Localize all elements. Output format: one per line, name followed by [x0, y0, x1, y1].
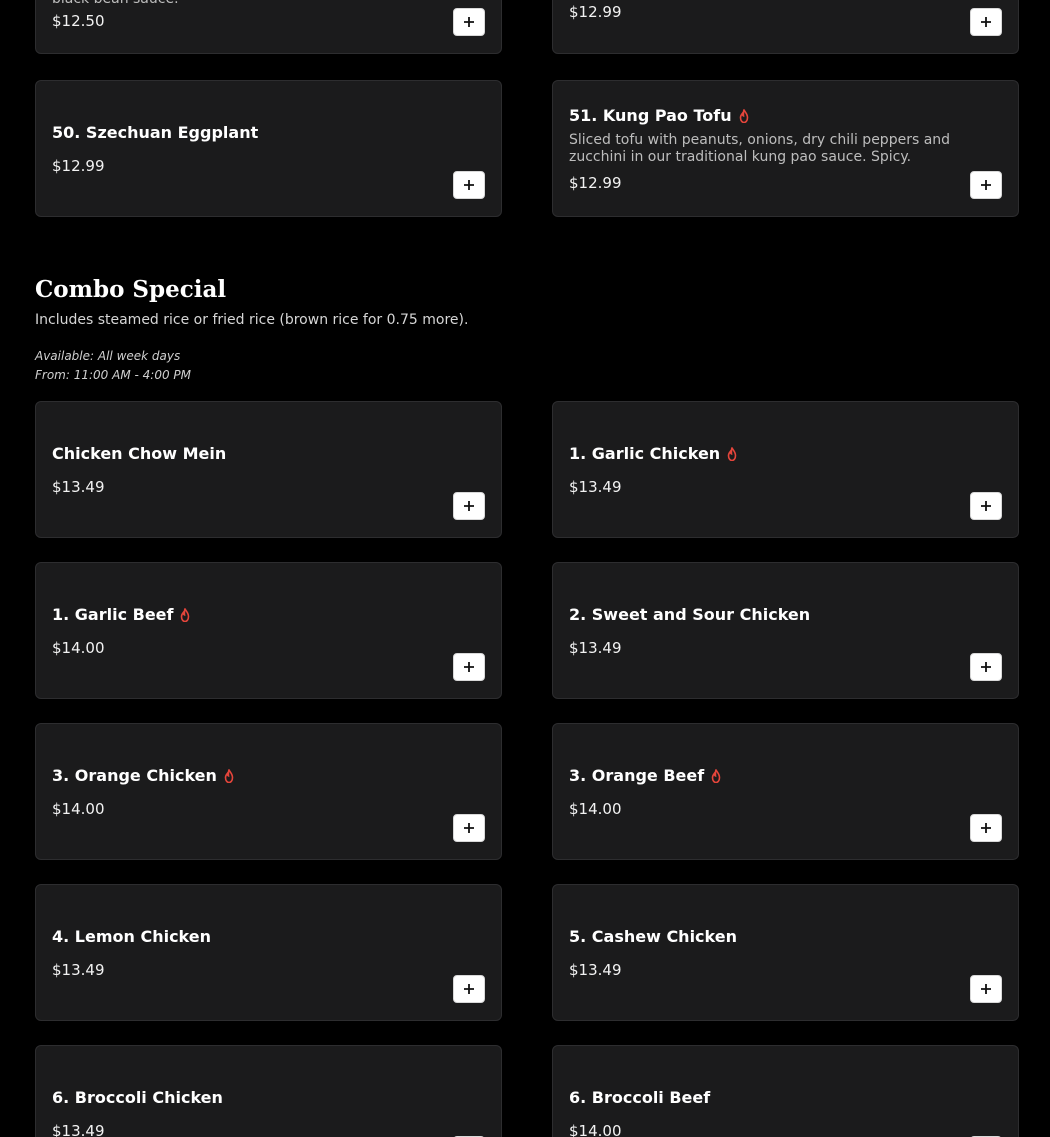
- menu-item-card[interactable]: 1. Garlic Chicken $13.49: [552, 401, 1019, 538]
- section-description: Includes steamed rice or fried rice (bro…: [35, 312, 469, 328]
- section-title: Combo Special: [35, 276, 227, 303]
- plus-icon: [464, 984, 474, 994]
- menu-item-card[interactable]: 50. Szechuan Eggplant $12.99: [35, 80, 502, 217]
- menu-item-card[interactable]: black bean sauce. $12.50: [35, 0, 502, 54]
- availability-hours: From: 11:00 AM - 4:00 PM: [35, 368, 191, 382]
- add-item-button[interactable]: [453, 975, 485, 1003]
- item-price: $12.99: [52, 156, 105, 175]
- plus-icon: [464, 501, 474, 511]
- add-item-button[interactable]: [970, 814, 1002, 842]
- item-name: 1. Garlic Chicken: [569, 444, 948, 464]
- add-item-button[interactable]: [453, 492, 485, 520]
- plus-icon: [981, 180, 991, 190]
- item-name-text: 50. Szechuan Eggplant: [52, 122, 259, 142]
- item-name: Chicken Chow Mein: [52, 444, 431, 464]
- add-item-button[interactable]: [970, 653, 1002, 681]
- plus-icon: [981, 823, 991, 833]
- flame-icon: [224, 768, 234, 783]
- menu-item-card[interactable]: 5. Cashew Chicken $13.49: [552, 884, 1019, 1021]
- item-name: 51. Kung Pao Tofu: [569, 106, 960, 126]
- add-item-button[interactable]: [453, 8, 485, 36]
- menu-item-card[interactable]: 51. Kung Pao Tofu Sliced tofu with peanu…: [552, 80, 1019, 217]
- item-price: $14.00: [569, 1121, 622, 1137]
- item-name: 3. Orange Beef: [569, 766, 948, 786]
- menu-item-card[interactable]: 4. Lemon Chicken $13.49: [35, 884, 502, 1021]
- plus-icon: [464, 17, 474, 27]
- item-name-text: 6. Broccoli Beef: [569, 1087, 711, 1107]
- item-name-text: 1. Garlic Beef: [52, 604, 174, 624]
- item-name-text: 3. Orange Chicken: [52, 765, 217, 785]
- item-name-text: 3. Orange Beef: [569, 765, 705, 785]
- plus-icon: [464, 662, 474, 672]
- add-item-button[interactable]: [970, 171, 1002, 199]
- flame-icon: [711, 768, 721, 783]
- item-name: 5. Cashew Chicken: [569, 927, 948, 947]
- plus-icon: [464, 180, 474, 190]
- item-price: $13.49: [569, 477, 622, 496]
- menu-item-card[interactable]: 2. Sweet and Sour Chicken $13.49: [552, 562, 1019, 699]
- item-price: $12.99: [569, 173, 622, 192]
- item-name-text: 5. Cashew Chicken: [569, 926, 737, 946]
- item-price: $13.49: [52, 1121, 105, 1137]
- item-name: 4. Lemon Chicken: [52, 927, 431, 947]
- item-name: 1. Garlic Beef: [52, 605, 431, 625]
- flame-icon: [739, 108, 748, 123]
- plus-icon: [981, 17, 991, 27]
- add-item-button[interactable]: [453, 814, 485, 842]
- item-name-text: Chicken Chow Mein: [52, 443, 227, 463]
- menu-item-card[interactable]: 6. Broccoli Chicken $13.49: [35, 1045, 502, 1137]
- item-name: 2. Sweet and Sour Chicken: [569, 605, 948, 625]
- item-price: $12.99: [569, 3, 622, 21]
- item-name-text: 2. Sweet and Sour Chicken: [569, 604, 811, 624]
- availability-days: Available: All week days: [35, 349, 181, 363]
- item-price: $14.00: [52, 638, 105, 657]
- item-name-text: 4. Lemon Chicken: [52, 926, 212, 946]
- menu-item-card[interactable]: Chicken Chow Mein $13.49: [35, 401, 502, 538]
- item-price: $13.49: [52, 477, 105, 496]
- item-price: $13.49: [569, 638, 622, 657]
- menu-item-card[interactable]: 1. Garlic Beef $14.00: [35, 562, 502, 699]
- add-item-button[interactable]: [970, 975, 1002, 1003]
- item-description: black bean sauce.: [52, 0, 431, 8]
- menu-page: black bean sauce. $12.50 $12.99 50. Szec…: [0, 0, 1050, 1137]
- flame-icon: [181, 607, 190, 622]
- menu-item-card[interactable]: 3. Orange Chicken $14.00: [35, 723, 502, 860]
- item-price: $14.00: [569, 799, 622, 818]
- item-price: $12.50: [52, 12, 105, 30]
- item-name: 6. Broccoli Beef: [569, 1088, 948, 1108]
- item-name: 3. Orange Chicken: [52, 766, 431, 786]
- add-item-button[interactable]: [453, 653, 485, 681]
- plus-icon: [981, 662, 991, 672]
- menu-item-card[interactable]: 3. Orange Beef $14.00: [552, 723, 1019, 860]
- item-price: $14.00: [52, 799, 105, 818]
- item-price: $13.49: [52, 960, 105, 979]
- item-name-text: 1. Garlic Chicken: [569, 443, 721, 463]
- item-name: 6. Broccoli Chicken: [52, 1088, 431, 1108]
- add-item-button[interactable]: [970, 8, 1002, 36]
- add-item-button[interactable]: [970, 492, 1002, 520]
- add-item-button[interactable]: [453, 171, 485, 199]
- item-price: $13.49: [569, 960, 622, 979]
- plus-icon: [981, 501, 991, 511]
- plus-icon: [981, 984, 991, 994]
- plus-icon: [464, 823, 474, 833]
- menu-item-card[interactable]: 6. Broccoli Beef $14.00: [552, 1045, 1019, 1137]
- item-name-text: 51. Kung Pao Tofu: [569, 105, 732, 125]
- menu-item-card[interactable]: $12.99: [552, 0, 1019, 54]
- item-description: Sliced tofu with peanuts, onions, dry ch…: [569, 131, 951, 165]
- item-name: 50. Szechuan Eggplant: [52, 123, 431, 143]
- item-name-text: 6. Broccoli Chicken: [52, 1087, 223, 1107]
- flame-icon: [727, 446, 737, 461]
